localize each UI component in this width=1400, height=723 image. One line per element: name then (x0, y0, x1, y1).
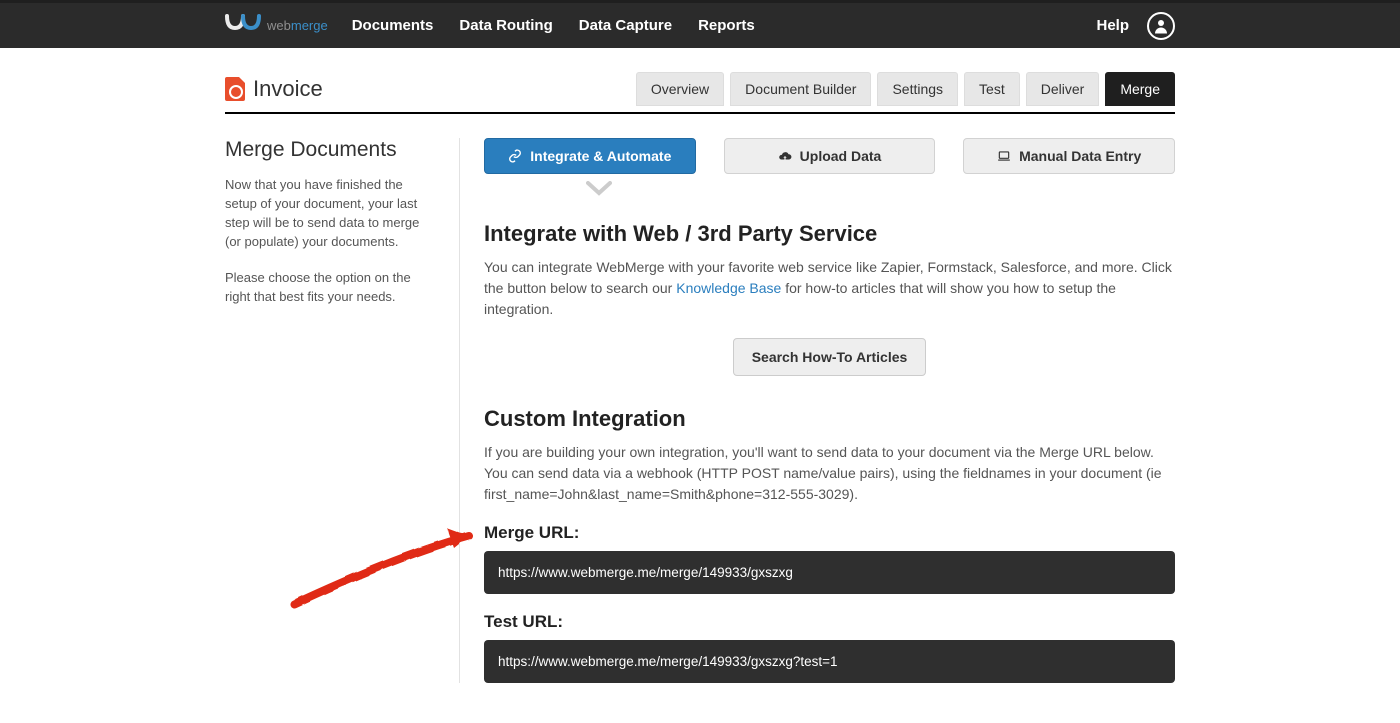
vertical-divider (459, 138, 460, 683)
sidebar-heading: Merge Documents (225, 138, 435, 162)
pdf-icon (225, 77, 245, 101)
tab-merge[interactable]: Merge (1105, 72, 1175, 106)
merge-url-label: Merge URL: (484, 523, 1175, 543)
sidebar-paragraph-2: Please choose the option on the right th… (225, 269, 435, 307)
test-url-box[interactable]: https://www.webmerge.me/merge/149933/gxs… (484, 640, 1175, 683)
option-manual-label: Manual Data Entry (1019, 148, 1141, 164)
main-panel: Integrate & Automate Upload Data Manual … (484, 138, 1175, 683)
integrate-description: You can integrate WebMerge with your fav… (484, 257, 1175, 320)
option-integrate-label: Integrate & Automate (530, 148, 671, 164)
integrate-section: Integrate with Web / 3rd Party Service Y… (484, 221, 1175, 376)
option-upload-label: Upload Data (800, 148, 882, 164)
cloud-upload-icon (778, 149, 792, 163)
tab-test[interactable]: Test (964, 72, 1020, 106)
sidebar-paragraph-1: Now that you have finished the setup of … (225, 176, 435, 251)
document-tabs: Overview Document Builder Settings Test … (636, 72, 1175, 106)
brand-logo[interactable]: webmerge (225, 12, 328, 40)
tab-document-builder[interactable]: Document Builder (730, 72, 871, 106)
user-avatar-icon[interactable] (1147, 12, 1175, 40)
knowledge-base-link[interactable]: Knowledge Base (676, 280, 781, 296)
custom-heading: Custom Integration (484, 406, 1175, 432)
search-howto-button[interactable]: Search How-To Articles (733, 338, 927, 376)
chevron-down-icon (585, 180, 613, 203)
integrate-heading: Integrate with Web / 3rd Party Service (484, 221, 1175, 247)
nav-help[interactable]: Help (1096, 17, 1129, 34)
custom-integration-section: Custom Integration If you are building y… (484, 406, 1175, 683)
tab-deliver[interactable]: Deliver (1026, 72, 1100, 106)
merge-url-box[interactable]: https://www.webmerge.me/merge/149933/gxs… (484, 551, 1175, 594)
nav-documents[interactable]: Documents (352, 17, 434, 34)
custom-description: If you are building your own integration… (484, 442, 1175, 505)
option-upload-data[interactable]: Upload Data (724, 138, 936, 174)
sidebar: Merge Documents Now that you have finish… (225, 138, 435, 683)
link-icon (508, 149, 522, 163)
brand-merge: merge (291, 18, 328, 33)
top-navigation-bar: webmerge Documents Data Routing Data Cap… (0, 0, 1400, 48)
brand-web: web (267, 18, 291, 33)
page-title: Invoice (253, 76, 323, 102)
merge-option-row: Integrate & Automate Upload Data Manual … (484, 138, 1175, 174)
option-integrate-automate[interactable]: Integrate & Automate (484, 138, 696, 174)
nav-data-routing[interactable]: Data Routing (459, 17, 552, 34)
nav-reports[interactable]: Reports (698, 17, 755, 34)
main-nav: Documents Data Routing Data Capture Repo… (352, 17, 755, 34)
page-header: Invoice Overview Document Builder Settin… (225, 48, 1175, 114)
laptop-icon (997, 149, 1011, 163)
tab-overview[interactable]: Overview (636, 72, 724, 106)
option-manual-entry[interactable]: Manual Data Entry (963, 138, 1175, 174)
nav-data-capture[interactable]: Data Capture (579, 17, 672, 34)
test-url-label: Test URL: (484, 612, 1175, 632)
logo-icon (225, 12, 267, 40)
tab-settings[interactable]: Settings (877, 72, 958, 106)
